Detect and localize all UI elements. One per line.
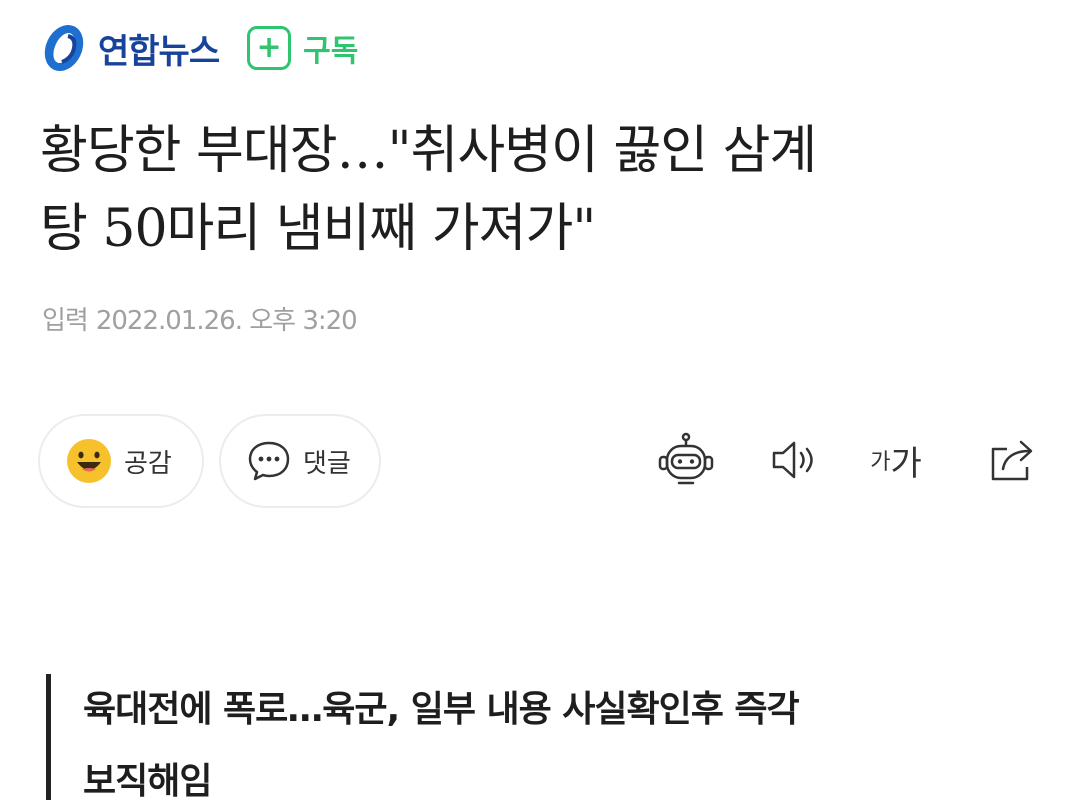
share-button[interactable] (982, 430, 1042, 490)
empathy-button[interactable]: 공감 (38, 414, 204, 508)
headline-line-1: 황당한 부대장…"취사병이 끓인 삼계 (40, 121, 817, 181)
font-size-icon-small: 가 (870, 450, 891, 475)
header: 연합뉴스 + 구독 (38, 18, 358, 78)
read-aloud-button[interactable] (764, 430, 824, 490)
date-value: 2022.01.26. 오후 3:20 (95, 306, 358, 336)
subhead-line-2: 보직해임 (83, 761, 212, 800)
press-logo[interactable]: 연합뉴스 (38, 22, 220, 74)
subscribe-label: 구독 (303, 34, 359, 69)
article-subheading: 육대전에 폭로…육군, 일부 내용 사실확인후 즉각 보직해임 (46, 674, 1046, 800)
comment-button[interactable]: 댓글 (219, 414, 381, 508)
robot-summary-icon (658, 432, 714, 485)
font-size-button[interactable]: 가가 (866, 430, 926, 490)
publish-date: 입력 2022.01.26. 오후 3:20 (42, 300, 365, 337)
subscribe-button[interactable]: + 구독 (247, 26, 358, 70)
article-page: 연합뉴스 + 구독 황당한 부대장…"취사병이 끓인 삼계 탕 50마리 냄비째… (0, 0, 1080, 800)
article-headline: 황당한 부대장…"취사병이 끓인 삼계 탕 50마리 냄비째 가져가" (40, 112, 1040, 268)
speaker-icon (772, 441, 813, 479)
plus-icon: + (247, 26, 292, 70)
subhead-line-1: 육대전에 폭로…육군, 일부 내용 사실확인후 즉각 (83, 689, 800, 730)
yonhap-logo-icon (44, 24, 84, 72)
press-name: 연합뉴스 (98, 31, 220, 72)
smile-emoji-icon (67, 439, 111, 483)
empathy-label: 공감 (124, 448, 172, 479)
share-icon (991, 440, 1033, 481)
headline-line-2: 탕 50마리 냄비째 가져가" (40, 199, 596, 259)
comment-label: 댓글 (303, 448, 351, 479)
font-size-icon-large: 가 (890, 443, 922, 484)
date-prefix: 입력 (42, 306, 89, 336)
speech-bubble-icon (248, 441, 290, 481)
summary-bot-button[interactable] (656, 430, 716, 490)
